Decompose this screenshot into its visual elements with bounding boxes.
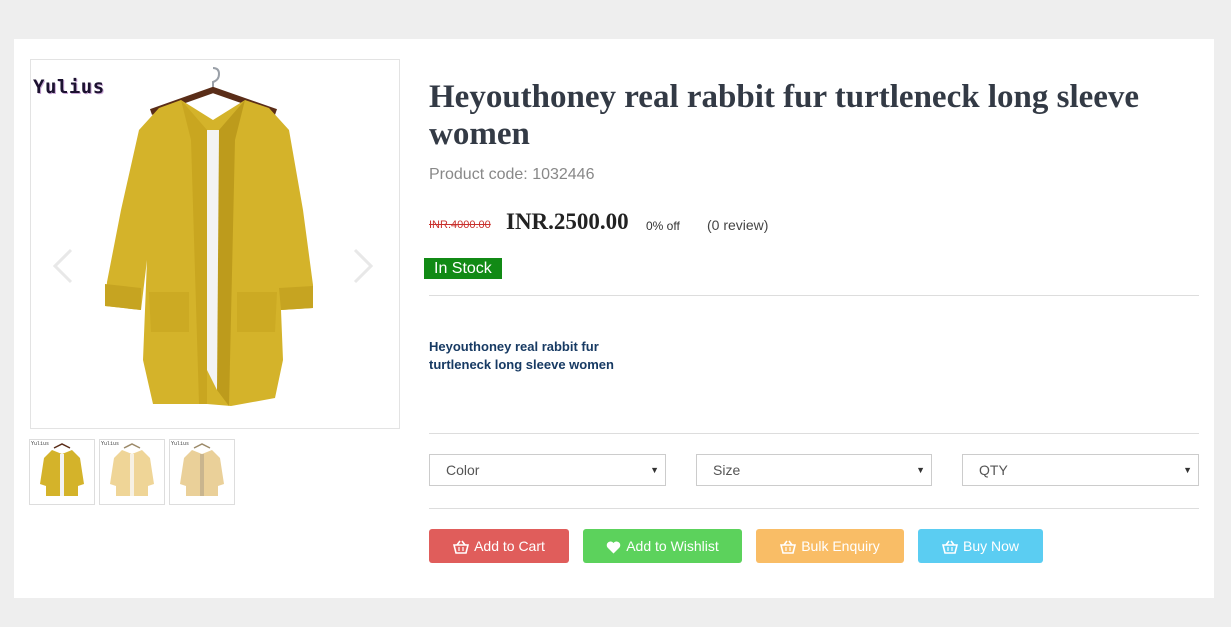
original-price: INR.4000.00 (429, 219, 491, 231)
cardigan-thumb-image (40, 443, 84, 496)
product-title: Heyouthoney real rabbit fur turtleneck l… (429, 79, 1140, 152)
cardigan-thumb-image (110, 443, 154, 496)
product-description: Heyouthoney real rabbit fur turtleneck l… (429, 339, 614, 372)
color-select-value: Color (446, 462, 480, 478)
add-to-cart-label: Add to Cart (474, 538, 545, 554)
quantity-select-value: QTY (979, 462, 1008, 478)
cardigan-illustration (105, 67, 313, 406)
thumbnail-brand: Yulius (31, 441, 50, 447)
thumbnail-2[interactable]: Yulius (99, 439, 165, 505)
thumbnail-brand: Yulius (101, 441, 120, 447)
divider (429, 508, 1199, 509)
next-image-button[interactable] (349, 246, 377, 286)
add-to-cart-button[interactable]: Add to Cart (429, 529, 569, 563)
heart-icon (606, 541, 621, 554)
bulk-enquiry-button[interactable]: Bulk Enquiry (756, 529, 904, 563)
sale-price: INR.2500.00 (506, 209, 629, 234)
size-select[interactable]: Size ▼ (696, 454, 932, 486)
bulk-enquiry-label: Bulk Enquiry (801, 538, 880, 554)
size-select-value: Size (713, 462, 741, 478)
product-code-value: 1032446 (532, 166, 595, 183)
cardigan-thumb-image (180, 443, 224, 496)
caret-down-icon: ▼ (916, 465, 925, 475)
add-to-wishlist-button[interactable]: Add to Wishlist (583, 529, 742, 563)
thumbnail-brand: Yulius (171, 441, 190, 447)
review-count-link[interactable]: (0 review) (707, 217, 768, 233)
divider (429, 433, 1199, 434)
buy-now-label: Buy Now (962, 538, 1020, 554)
color-select[interactable]: Color ▼ (429, 454, 666, 486)
caret-down-icon: ▼ (650, 465, 659, 475)
stock-status-badge: In Stock (424, 258, 502, 279)
chevron-left-icon (52, 248, 73, 284)
product-code-label: Product code: (429, 166, 528, 183)
product-main-image: Yulius (30, 59, 400, 429)
basket-icon (453, 540, 470, 554)
quantity-select[interactable]: QTY ▼ (962, 454, 1199, 486)
basket-icon (780, 540, 797, 554)
thumbnail-1[interactable]: Yulius (29, 439, 95, 505)
buy-now-button[interactable]: Buy Now (918, 529, 1043, 563)
chevron-right-icon (353, 248, 374, 284)
product-code: Product code: 1032446 (429, 166, 594, 184)
divider (429, 295, 1199, 296)
thumbnail-3[interactable]: Yulius (169, 439, 235, 505)
discount-label: 0% off (646, 219, 680, 233)
add-to-wishlist-label: Add to Wishlist (626, 538, 719, 554)
prev-image-button[interactable] (49, 246, 77, 286)
basket-icon (941, 540, 959, 554)
product-card: Yulius Yulius Yulius Yulius Heyouthoney … (14, 39, 1214, 598)
caret-down-icon: ▼ (1183, 465, 1192, 475)
